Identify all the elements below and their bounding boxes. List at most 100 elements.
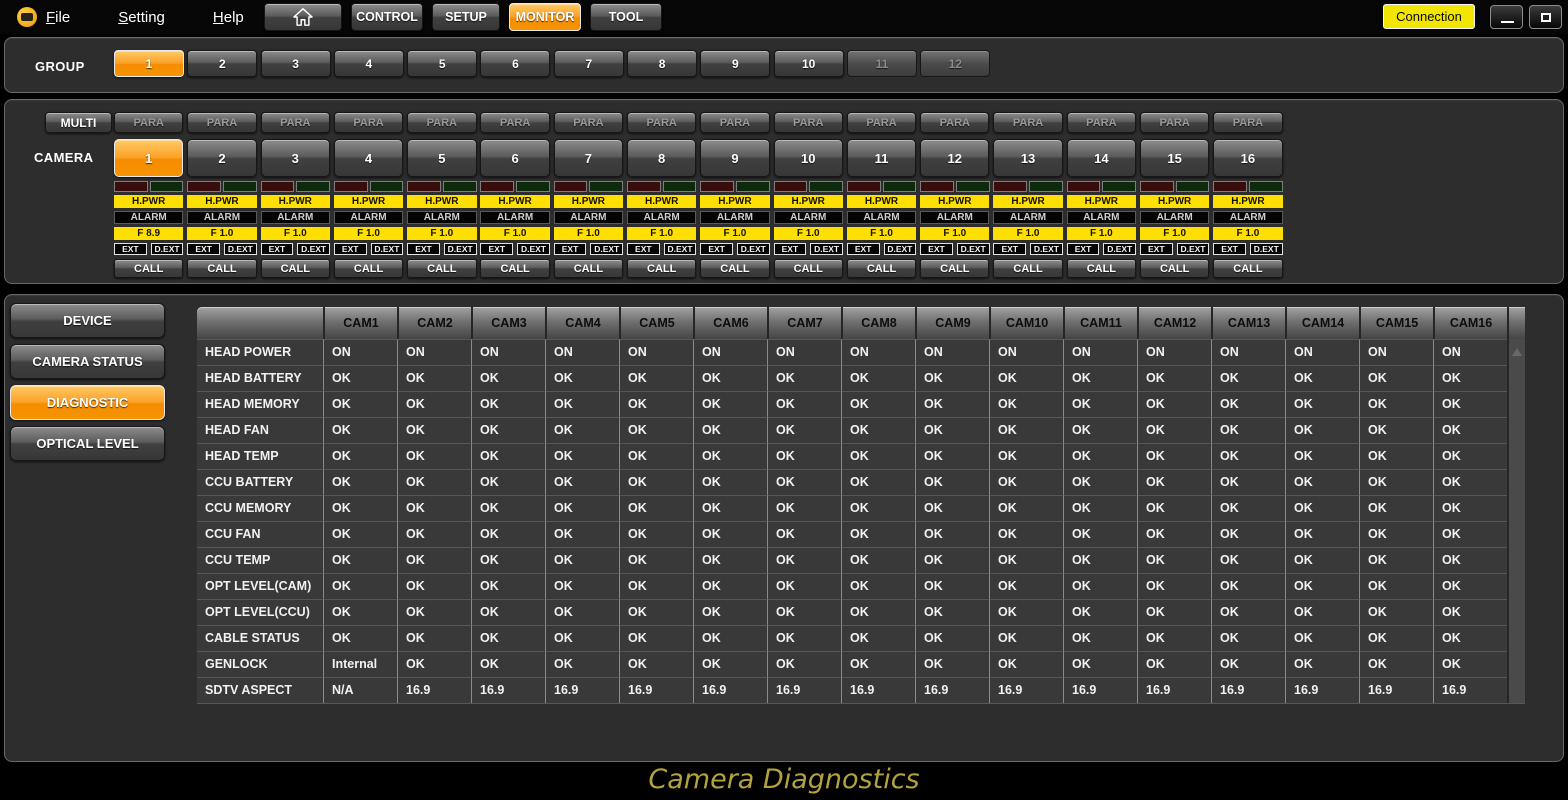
call-button[interactable]: CALL <box>773 259 843 278</box>
table-row: HEAD TEMP OK OK OK OK OK OK OK OK OK OK … <box>197 443 1525 469</box>
table-cell: OK <box>471 547 545 573</box>
para-button[interactable]: PARA <box>846 112 917 133</box>
call-button[interactable]: CALL <box>553 259 624 278</box>
sidebar-item[interactable]: DIAGNOSTIC <box>10 385 165 420</box>
para-button[interactable]: PARA <box>1213 112 1283 133</box>
call-button[interactable]: CALL <box>114 259 184 278</box>
menu-item[interactable]: Setting <box>118 9 165 26</box>
para-button[interactable]: PARA <box>260 112 330 133</box>
connection-button[interactable]: Connection <box>1383 4 1475 29</box>
camera-select-button[interactable]: 1 <box>114 139 184 177</box>
tally-red-led <box>114 181 148 192</box>
group-button[interactable]: 2 <box>187 50 258 77</box>
table-cell: OK <box>619 495 693 521</box>
group-button[interactable]: 9 <box>700 50 771 77</box>
camera-select-button[interactable]: 3 <box>260 139 330 177</box>
head-power-indicator: H.PWR <box>553 195 624 208</box>
nav-button[interactable]: SETUP <box>432 3 500 31</box>
call-button[interactable]: CALL <box>1066 259 1137 278</box>
table-cell: OK <box>915 573 989 599</box>
iris-f-value-indicator: F 1.0 <box>846 227 917 240</box>
maximize-button[interactable] <box>1529 4 1562 29</box>
para-button[interactable]: PARA <box>1066 112 1137 133</box>
call-button[interactable]: CALL <box>333 259 404 278</box>
group-button[interactable]: 6 <box>480 50 551 77</box>
camera-select-button[interactable]: 4 <box>333 139 404 177</box>
camera-select-button[interactable]: 2 <box>187 139 257 177</box>
camera-select-button[interactable]: 8 <box>626 139 697 177</box>
group-button[interactable]: 5 <box>407 50 478 77</box>
para-button[interactable]: PARA <box>1139 112 1210 133</box>
para-button[interactable]: PARA <box>700 112 770 133</box>
call-button[interactable]: CALL <box>993 259 1063 278</box>
group-button[interactable]: 8 <box>627 50 698 77</box>
camera-select-button[interactable]: 10 <box>773 139 843 177</box>
sidebar-item[interactable]: CAMERA STATUS <box>10 344 165 379</box>
table-cell: OK <box>1433 443 1507 469</box>
group-button[interactable]: 4 <box>333 50 404 77</box>
menu-item[interactable]: File <box>46 9 70 26</box>
call-button[interactable]: CALL <box>480 259 550 278</box>
call-button[interactable]: CALL <box>260 259 330 278</box>
table-scrollbar[interactable] <box>1507 307 1525 703</box>
call-button[interactable]: CALL <box>846 259 917 278</box>
para-button[interactable]: PARA <box>626 112 697 133</box>
table-cell: OK <box>619 365 693 391</box>
head-power-indicator: H.PWR <box>993 195 1063 208</box>
table-cell: OK <box>1063 573 1137 599</box>
call-button[interactable]: CALL <box>1213 259 1283 278</box>
para-button[interactable]: PARA <box>480 112 550 133</box>
head-power-indicator: H.PWR <box>920 195 990 208</box>
multi-button[interactable]: MULTI <box>45 112 112 133</box>
camera-select-button[interactable]: 13 <box>993 139 1063 177</box>
app-window: File Setting Help CONTROL SETUP MONITOR <box>0 0 1568 800</box>
para-button[interactable]: PARA <box>920 112 990 133</box>
group-button[interactable]: 12 <box>920 50 991 77</box>
para-button[interactable]: PARA <box>407 112 477 133</box>
call-button[interactable]: CALL <box>700 259 770 278</box>
sidebar-item[interactable]: DEVICE <box>10 303 165 338</box>
group-button[interactable]: 10 <box>773 50 844 77</box>
minimize-button[interactable] <box>1490 4 1523 29</box>
sidebar-item[interactable]: OPTICAL LEVEL <box>10 426 165 461</box>
call-button[interactable]: CALL <box>626 259 697 278</box>
iris-f-value-indicator: F 1.0 <box>1139 227 1210 240</box>
table-cell: OK <box>397 469 471 495</box>
camera-select-button[interactable]: 11 <box>846 139 917 177</box>
para-button[interactable]: PARA <box>187 112 257 133</box>
scroll-up-icon[interactable] <box>1512 348 1522 356</box>
group-button[interactable]: 11 <box>846 50 917 77</box>
table-cell: OK <box>1285 417 1359 443</box>
table-cell: N/A <box>323 677 397 703</box>
para-button[interactable]: PARA <box>993 112 1063 133</box>
group-button[interactable]: 7 <box>553 50 624 77</box>
para-button[interactable]: PARA <box>333 112 404 133</box>
menu-item[interactable]: Help <box>213 9 244 26</box>
group-button[interactable]: 3 <box>260 50 331 77</box>
para-button[interactable]: PARA <box>114 112 184 133</box>
nav-button[interactable]: TOOL <box>590 3 662 31</box>
iris-f-value-indicator: F 1.0 <box>700 227 770 240</box>
call-button[interactable]: CALL <box>187 259 257 278</box>
para-button[interactable]: PARA <box>553 112 624 133</box>
call-button[interactable]: CALL <box>1139 259 1210 278</box>
home-button[interactable] <box>264 3 342 31</box>
camera-select-button[interactable]: 15 <box>1139 139 1210 177</box>
camera-select-button[interactable]: 14 <box>1066 139 1137 177</box>
camera-select-button[interactable]: 16 <box>1213 139 1283 177</box>
camera-select-button[interactable]: 7 <box>553 139 624 177</box>
table-cell: OK <box>1137 417 1211 443</box>
camera-select-button[interactable]: 6 <box>480 139 550 177</box>
call-button[interactable]: CALL <box>407 259 477 278</box>
camera-select-button[interactable]: 12 <box>920 139 990 177</box>
table-cell: OK <box>1063 391 1137 417</box>
nav-button[interactable]: MONITOR <box>509 3 581 31</box>
para-button[interactable]: PARA <box>773 112 843 133</box>
nav-button[interactable]: CONTROL <box>351 3 423 31</box>
camera-select-button[interactable]: 9 <box>700 139 770 177</box>
camera-select-button[interactable]: 5 <box>407 139 477 177</box>
column-header: CAM14 <box>1285 307 1359 339</box>
group-button[interactable]: 1 <box>114 50 184 77</box>
dext-indicator: D.EXT <box>590 243 624 255</box>
call-button[interactable]: CALL <box>920 259 990 278</box>
